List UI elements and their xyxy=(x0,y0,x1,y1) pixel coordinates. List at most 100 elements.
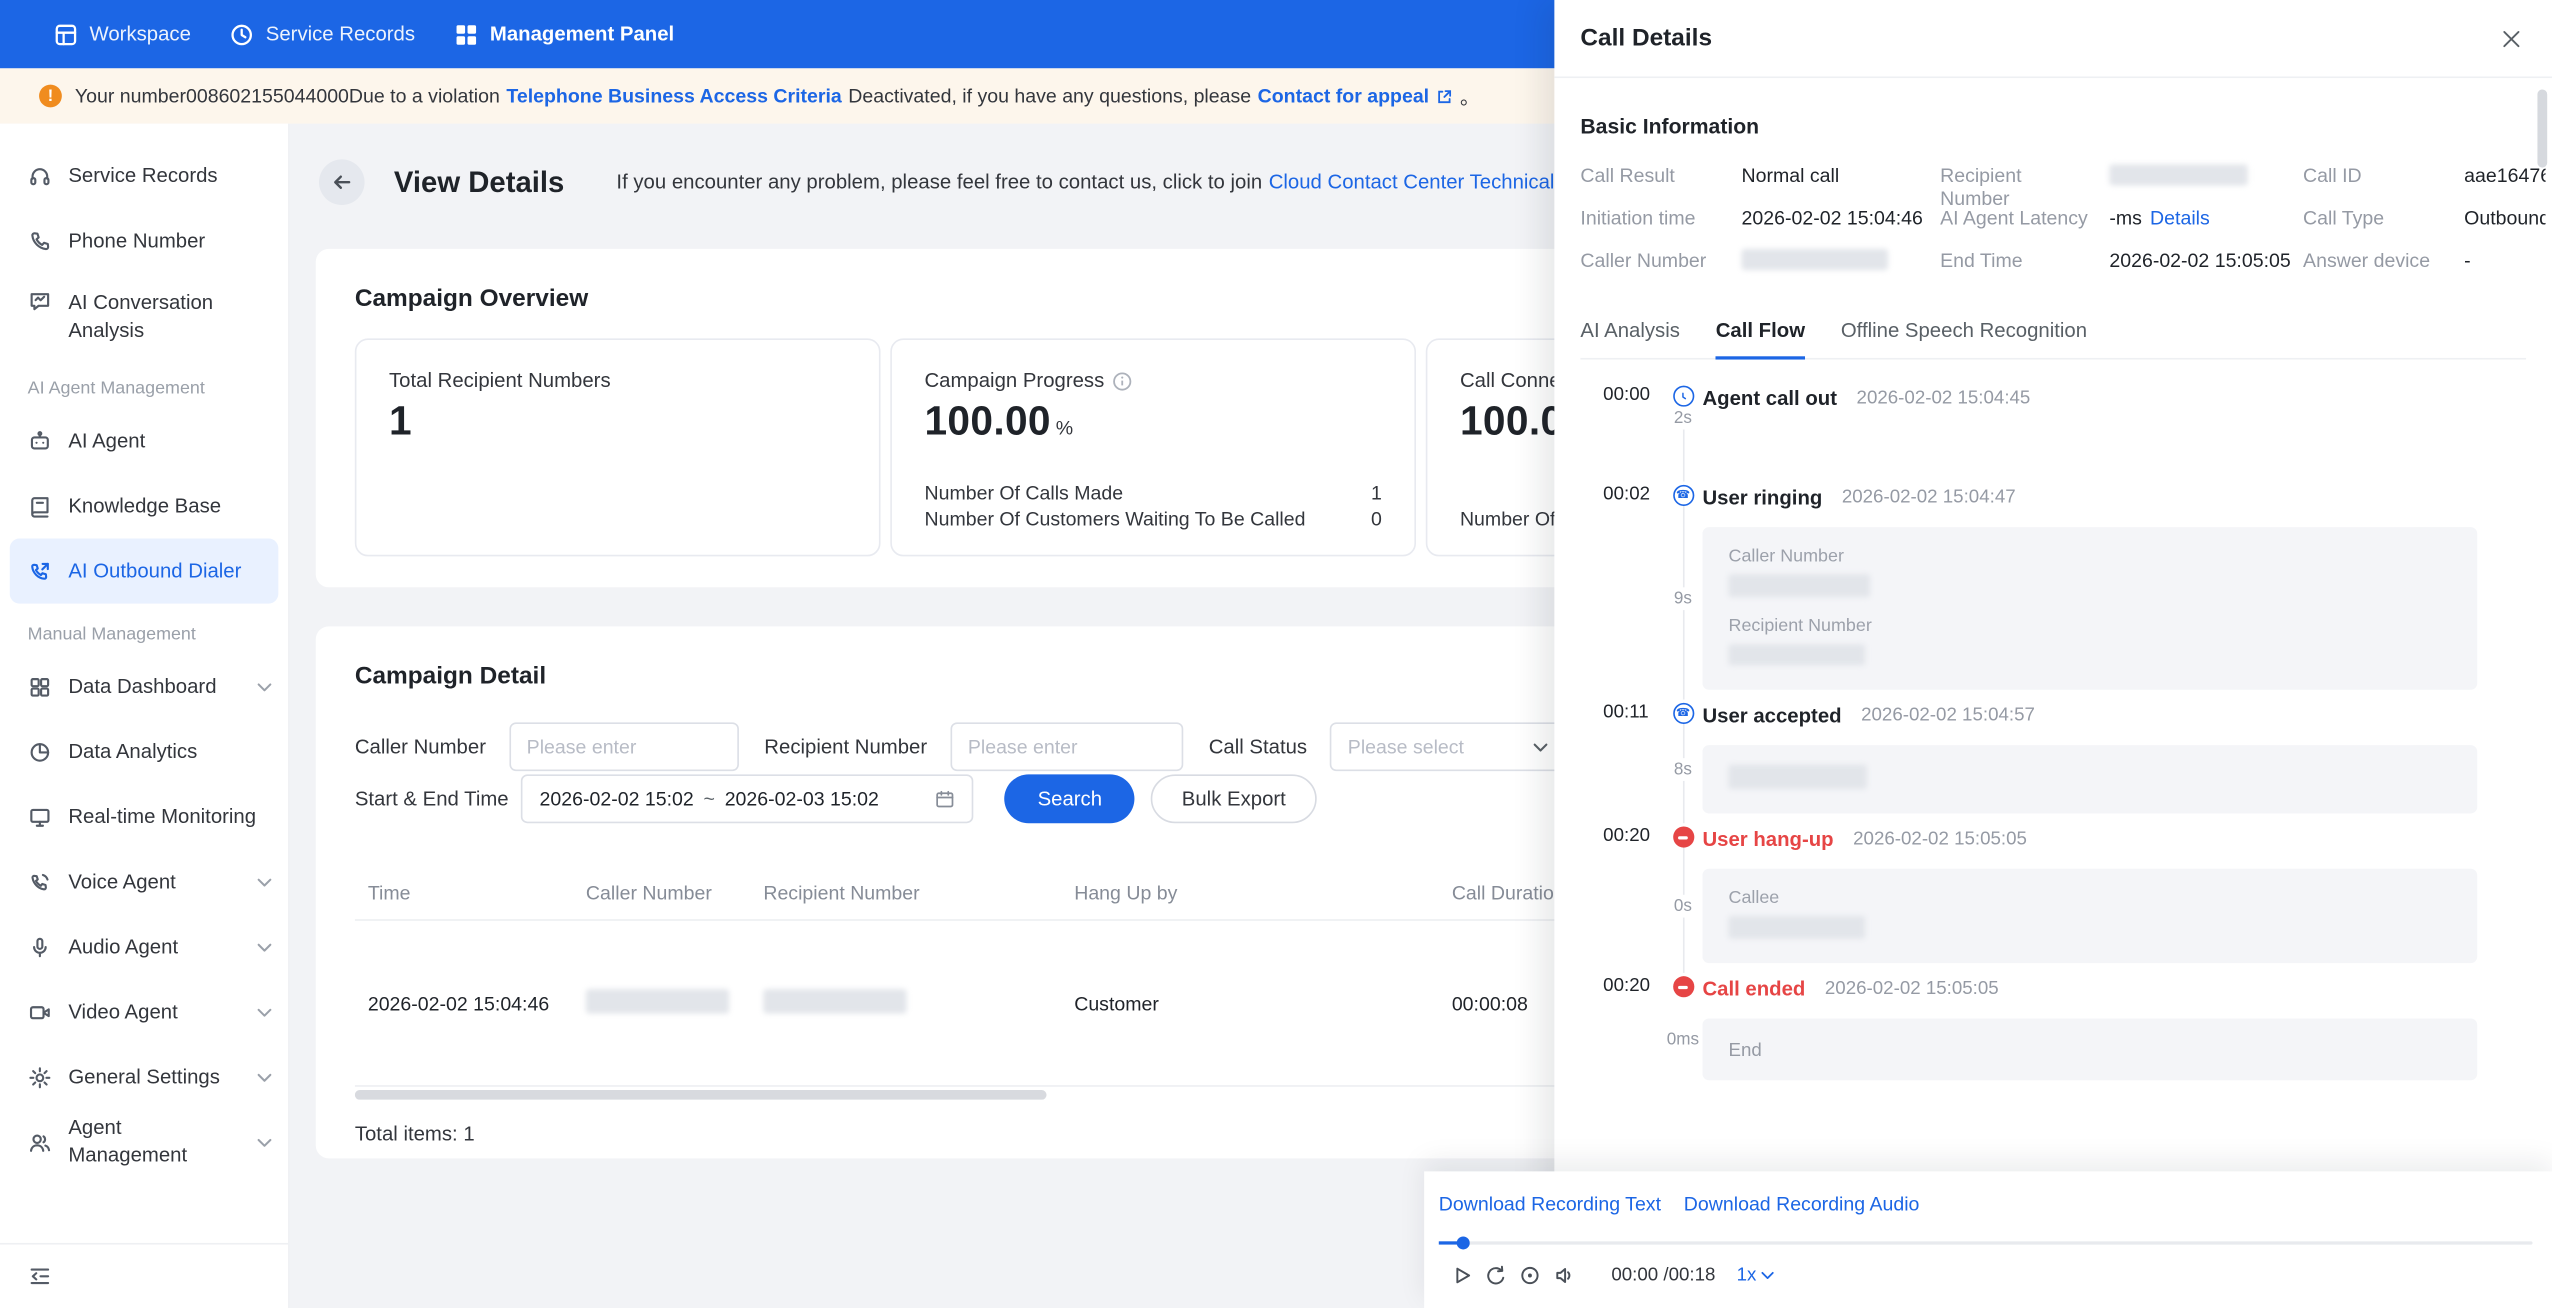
bulk-export-button[interactable]: Bulk Export xyxy=(1150,774,1317,824)
chevron-down-icon xyxy=(1761,1271,1774,1280)
recipient-number-input[interactable] xyxy=(949,722,1183,772)
select-placeholder: Please select xyxy=(1347,735,1464,759)
sidebar-item-label: General Settings xyxy=(68,1064,220,1088)
sidebar-item-ai-agent[interactable]: AI Agent xyxy=(0,408,288,473)
banner-text: Your number008602155044000Due to a viola… xyxy=(74,84,500,108)
timeline-detail-box: Callee xyxy=(1702,868,2478,964)
download-recording-audio-link[interactable]: Download Recording Audio xyxy=(1684,1193,1920,1216)
stat-value: 100.00% xyxy=(924,398,1074,445)
close-icon[interactable] xyxy=(2500,27,2523,50)
cell-caller-number xyxy=(573,988,750,1017)
chevron-down-icon xyxy=(257,682,272,691)
tab-offline-speech-recognition[interactable]: Offline Speech Recognition xyxy=(1841,319,2087,358)
filter-call-status: Call Status Please select xyxy=(1209,722,1566,772)
nav-item-management-panel[interactable]: Management Panel xyxy=(454,22,674,46)
chevron-down-icon xyxy=(257,1138,272,1147)
timeline-offset: 00:11 xyxy=(1603,702,1649,723)
field-value: 2026-02-02 15:05:05 xyxy=(2109,248,2291,272)
phone-blue-icon: ☎ xyxy=(1672,484,1694,506)
search-button[interactable]: Search xyxy=(1005,774,1135,824)
banner-text: Deactivated, if you have any questions, … xyxy=(848,84,1252,108)
workspace-icon xyxy=(55,23,77,45)
sidebar-item-voice-agent[interactable]: Voice Agent xyxy=(0,849,288,914)
banner-link-criteria[interactable]: Telephone Business Access Criteria xyxy=(506,85,841,108)
sidebar-item-data-analytics[interactable]: Data Analytics xyxy=(0,719,288,784)
field-value: - xyxy=(2464,248,2471,272)
nav-item-label: Service Records xyxy=(265,22,416,46)
playback-speed-select[interactable]: 1x xyxy=(1737,1266,1775,1285)
sidebar-item-agent-management[interactable]: Agent Management xyxy=(0,1110,288,1175)
sidebar-item-label: AI Conversation Analysis xyxy=(68,291,214,342)
date-end: 2026-02-03 15:02 xyxy=(724,787,879,811)
sidebar-item-data-dashboard[interactable]: Data Dashboard xyxy=(0,654,288,719)
book-icon xyxy=(31,496,49,517)
field-end-time: End Time 2026-02-02 15:05:05 xyxy=(1940,249,2303,272)
redacted-recipient-number xyxy=(1728,644,1866,666)
playback-slider[interactable] xyxy=(1438,1236,2533,1250)
collapse-sidebar-icon[interactable] xyxy=(28,1264,52,1288)
field-label: Call Result xyxy=(1580,164,1675,188)
sidebar-item-knowledge-base[interactable]: Knowledge Base xyxy=(0,473,288,538)
horizontal-scrollbar-thumb[interactable] xyxy=(354,1090,1047,1100)
gear-icon xyxy=(29,1066,51,1088)
nav-item-workspace[interactable]: Workspace xyxy=(54,22,191,46)
field-recipient-number: Recipient Number xyxy=(1940,164,2303,210)
volume-icon[interactable] xyxy=(1553,1264,1587,1287)
slider-track[interactable] xyxy=(1438,1241,2533,1245)
sidebar-item-general-settings[interactable]: General Settings xyxy=(0,1044,288,1109)
timeline-gap: 9s xyxy=(1673,586,1692,610)
stat-label: Total Recipient Numbers xyxy=(388,369,611,393)
phone-blue-icon: ☎ xyxy=(1672,702,1694,724)
sidebar-item-phone-number[interactable]: Phone Number xyxy=(0,208,288,273)
loop-icon[interactable] xyxy=(1519,1264,1553,1287)
monitor-icon xyxy=(30,808,50,827)
back-button[interactable] xyxy=(319,159,365,205)
nav-item-service-records[interactable]: Service Records xyxy=(230,22,415,46)
sidebar-item-audio-agent[interactable]: Audio Agent xyxy=(0,914,288,979)
field-value: -ms Details xyxy=(2109,206,2210,230)
pie-chart-icon xyxy=(30,742,50,761)
stat-sub-label: Number Of Calls Made xyxy=(924,481,1124,505)
drawer-scrollbar-thumb[interactable] xyxy=(2537,89,2548,168)
download-recording-text-link[interactable]: Download Recording Text xyxy=(1439,1193,1661,1216)
page-title: View Details xyxy=(393,165,565,198)
latency-details-link[interactable]: Details xyxy=(2150,207,2210,230)
calendar-icon xyxy=(937,790,955,807)
microphone-icon xyxy=(33,936,47,957)
nav-item-label: Management Panel xyxy=(489,22,675,46)
banner-link-appeal[interactable]: Contact for appeal xyxy=(1258,85,1429,108)
warning-circle-icon: ! xyxy=(39,84,62,108)
sidebar-item-video-agent[interactable]: Video Agent xyxy=(0,979,288,1044)
filter-label: Caller Number xyxy=(354,735,486,759)
drawer-body: Basic Information Call Result Normal cal… xyxy=(1554,114,2552,1090)
sidebar-item-real-time-monitoring[interactable]: Real-time Monitoring xyxy=(0,784,288,849)
sidebar-item-ai-outbound-dialer[interactable]: AI Outbound Dialer xyxy=(9,538,279,604)
chevron-down-icon xyxy=(1533,742,1548,751)
redacted-recipient-number xyxy=(2109,164,2248,186)
date-range-input[interactable]: 2026-02-02 15:02 ~ 2026-02-03 15:02 xyxy=(521,774,975,824)
sidebar-item-ai-conversation-analysis[interactable]: AI Conversation Analysis xyxy=(0,273,288,358)
slider-fill xyxy=(1438,1241,1459,1245)
replay-icon[interactable] xyxy=(1484,1264,1518,1287)
sidebar-item-label: Service Records xyxy=(68,163,218,187)
sidebar-item-label: Data Dashboard xyxy=(68,674,217,698)
box-label: Callee xyxy=(1728,888,1780,908)
drawer-header: Call Details xyxy=(1554,0,2552,79)
voice-icon xyxy=(31,873,49,890)
sidebar-item-service-records[interactable]: Service Records xyxy=(0,143,288,208)
info-icon[interactable] xyxy=(1112,370,1133,391)
call-status-select[interactable]: Please select xyxy=(1329,722,1566,772)
sidebar-item-label: Real-time Monitoring xyxy=(68,804,257,828)
tab-ai-analysis[interactable]: AI Analysis xyxy=(1580,319,1680,358)
stat-value: 1 xyxy=(388,398,412,445)
tab-call-flow[interactable]: Call Flow xyxy=(1715,319,1805,360)
sidebar-section-title: AI Agent Management xyxy=(27,379,205,399)
app-root: Workspace Service Records Management Pan… xyxy=(0,0,2552,1308)
play-button[interactable] xyxy=(1450,1264,1484,1287)
basic-information-title: Basic Information xyxy=(1580,113,1760,139)
filter-time-range: Start & End Time 2026-02-02 15:02 ~ 2026… xyxy=(355,774,975,824)
caller-number-input[interactable] xyxy=(508,722,739,772)
slider-knob[interactable] xyxy=(1456,1236,1470,1250)
column-header-time: Time xyxy=(367,880,411,904)
timeline-timestamp: 2026-02-02 15:04:47 xyxy=(1841,488,2016,508)
